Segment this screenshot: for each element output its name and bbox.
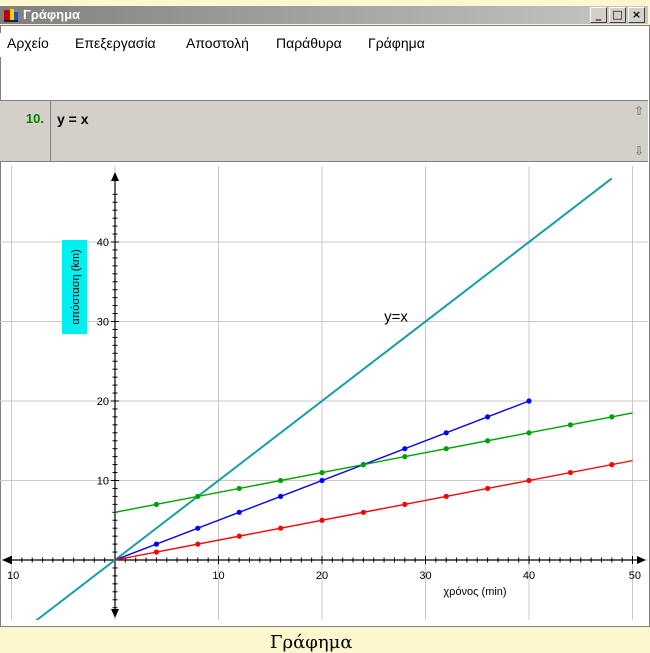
series-point [195,493,201,499]
series-point [236,533,242,539]
series-point [402,501,408,507]
series-line [114,412,633,513]
series-point [402,454,408,460]
window-title: Γράφημα [23,7,81,22]
y-axis-arrow-up [111,172,119,181]
expression-number-cell: 10. [0,101,51,161]
series-point [526,477,532,484]
series-point [526,430,532,436]
expression-number: 10. [25,111,44,126]
series-point [567,469,574,476]
series-point [278,493,284,499]
series-point [153,541,159,547]
menu-graph[interactable]: Γράφημα [368,35,425,51]
title-bar[interactable]: Γράφημα _ □ × [0,6,648,24]
series-point [278,477,284,484]
series-point [485,438,491,444]
series-point [443,446,449,452]
y-axis-label: απόσταση (km) [70,249,82,324]
series-point [402,446,408,452]
series-point [236,509,242,515]
series-point [153,501,159,507]
series-point [278,525,284,531]
series-point [485,414,491,420]
x-tick-label: 10 [7,570,19,582]
y-tick-label: 30 [97,317,109,329]
series-point [567,422,574,428]
x-axis-arrow-left [2,556,11,564]
y-axis-arrow-down [111,609,119,618]
series-point [443,430,449,436]
series-point [609,462,615,468]
series-point [526,398,532,404]
y-tick-label: 10 [97,476,109,488]
menu-bar: Αρχείο Επεξεργασία Αποστολή Παράθυρα Γρά… [0,33,648,57]
y-tick-label: 20 [97,396,109,408]
series-line [114,459,633,561]
series-point [443,493,449,499]
expression-text[interactable]: y = x [57,111,89,127]
menu-windows[interactable]: Παράθυρα [276,35,342,51]
series-point [195,525,201,531]
app-icon [4,9,18,22]
expression-scroller: ⇧ ⇩ [630,101,648,161]
minimize-button[interactable]: _ [590,7,607,23]
graph-plot[interactable]: 10 10 20 30 40 50 10 20 30 40 χρόνος (min) απόσταση… [0,166,648,620]
series-point [319,469,325,476]
close-button[interactable]: × [628,7,645,23]
series-point [236,485,242,492]
x-tick-label: 40 [523,570,535,582]
line-annotation: y=x [384,309,408,326]
x-tick-label: 20 [316,570,328,582]
y-tick-label: 40 [97,237,109,249]
series-point [609,414,615,420]
x-axis-label: χρόνος (min) [443,586,506,598]
series-point [319,477,325,484]
maximize-button[interactable]: □ [609,7,626,23]
menu-file[interactable]: Αρχείο [7,35,49,51]
menu-edit[interactable]: Επεξεργασία [75,35,156,51]
series-point [319,517,325,523]
x-tick-label: 10 [212,570,224,582]
series-point [195,541,201,547]
series-point [360,509,366,515]
x-tick-label: 30 [419,570,431,582]
x-tick-label: 50 [629,570,641,582]
menu-send[interactable]: Αποστολή [186,35,249,51]
series-point [153,549,159,555]
series-point [485,485,491,492]
series-point [360,462,366,468]
expression-bar: 10. y = x ⇧ ⇩ [0,100,648,162]
scroll-down-icon[interactable]: ⇩ [631,143,647,159]
x-axis-arrow-right [637,556,646,564]
scroll-up-icon[interactable]: ⇧ [631,103,647,119]
